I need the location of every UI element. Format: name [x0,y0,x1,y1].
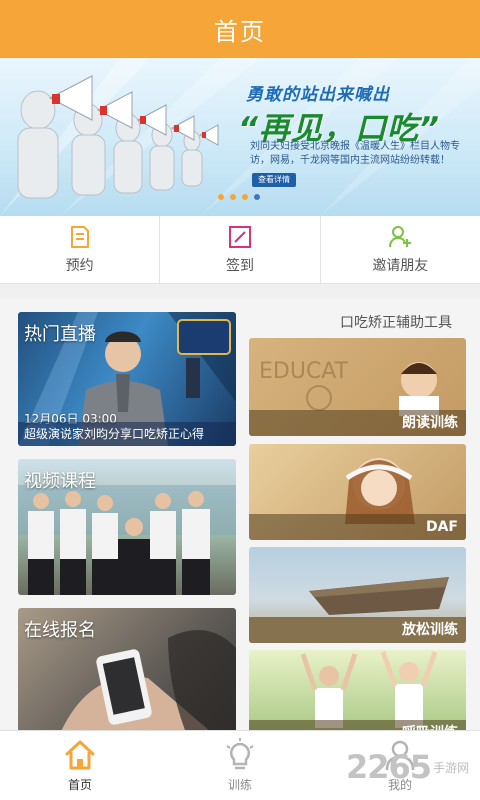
banner-dot[interactable] [230,194,236,200]
online-signup-title: 在线报名 [24,620,96,641]
page-title: 首页 [214,17,266,46]
banner-description: 刘同夫妇接受北京晚报《温暖人生》栏目人物专访，网易，千龙网等国内主流网站纷纷转载… [250,141,460,166]
video-course-title: 视频课程 [24,471,96,492]
banner-dot[interactable] [218,194,224,200]
watermark-text: 手游网 [433,760,470,775]
tools-section-title: 口吃矫正辅助工具 [340,315,452,331]
appointment-label: 预约 [65,258,94,274]
live-stream-title: 热门直播 [24,324,96,345]
watermark-number: 2265 [346,748,432,786]
nav-home-label: 首页 [67,778,92,792]
reading-training-card[interactable]: EDUCAT 朗读训练 [249,338,466,436]
reading-training-label: 朗读训练 [249,410,466,436]
live-stream-card[interactable]: 热门直播 12月06日 03:00 超级演说家刘昀分享口吃矫正心得 [18,312,236,446]
banner-pagination [218,194,260,200]
document-icon [70,226,89,248]
quick-actions-bar: 预约 签到 邀请朋友 [0,216,480,284]
section-divider [0,284,480,298]
appointment-button[interactable]: 预约 [0,216,161,283]
promo-banner[interactable]: 勇敢的站出来喊出 “再见，口吃” 刘同夫妇接受北京晚报《温暖人生》栏目人物专访，… [0,58,480,216]
banner-slogan: 勇敢的站出来喊出 [246,85,390,105]
app-screen: 首页 勇敢的站出来喊出 “再见，口吃” 刘同夫妇接受北京晚报《温暖人生》栏目人物… [0,0,480,800]
breathing-training-photo [300,651,438,728]
relaxation-training-label: 放松训练 [249,617,466,643]
nav-training-label: 训练 [227,778,252,792]
live-stream-caption: 超级演说家刘昀分享口吃矫正心得 [18,422,236,446]
checkin-icon [228,226,251,248]
site-watermark: 2265 手游网 [346,748,469,786]
banner-dot[interactable] [242,194,248,200]
checkin-label: 签到 [225,258,254,274]
view-details-button[interactable]: 查看详情 [252,173,296,187]
add-user-icon [389,226,412,248]
top-header: 首页 [0,0,480,58]
svg-text:EDUCAT: EDUCAT [259,359,349,384]
lightbulb-icon [226,738,254,770]
daf-card[interactable]: DAF [249,444,466,540]
megaphone-people-illustration [17,75,219,199]
invite-friends-button[interactable]: 邀请朋友 [321,216,480,283]
online-signup-card[interactable]: 在线报名 [18,608,236,730]
relaxation-training-card[interactable]: 放松训练 [249,547,466,643]
nav-training[interactable]: 训练 [160,731,320,800]
video-course-card[interactable]: 视频课程 [18,459,236,595]
breathing-training-label: 呼吸训练 [249,720,466,730]
home-icon [65,740,95,770]
invite-friends-label: 邀请朋友 [372,258,429,274]
checkin-button[interactable]: 签到 [160,216,321,283]
banner-dot-active[interactable] [254,194,260,200]
breathing-training-card[interactable]: 呼吸训练 [249,650,466,730]
nav-home[interactable]: 首页 [0,731,160,800]
daf-label: DAF [249,514,466,540]
main-content: 热门直播 12月06日 03:00 超级演说家刘昀分享口吃矫正心得 视频课程 在… [0,298,480,730]
